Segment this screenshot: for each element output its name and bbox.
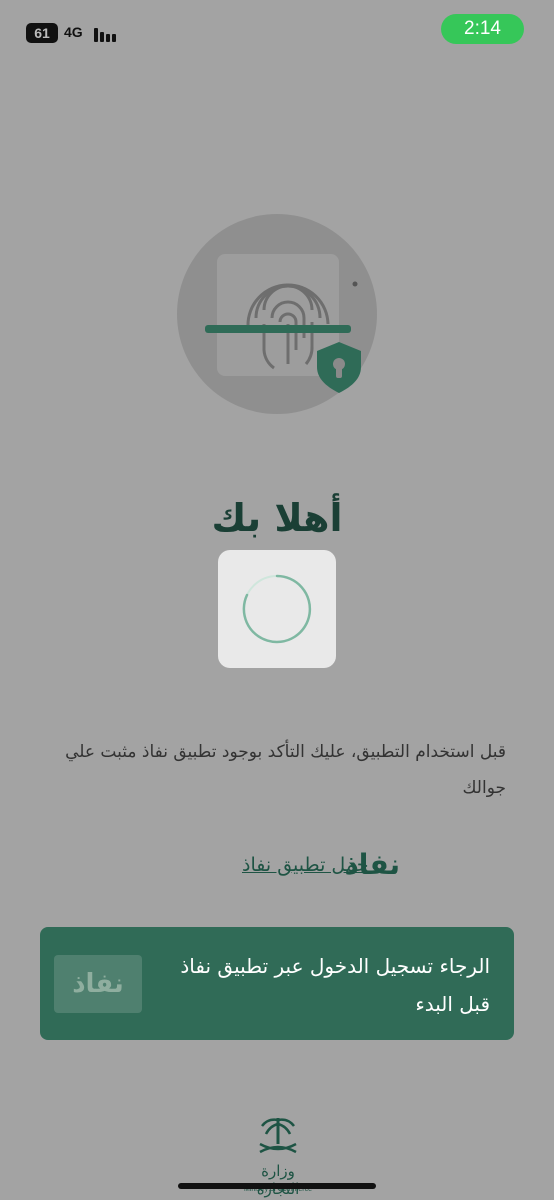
status-clock: 2:14	[441, 14, 524, 44]
nafath-login-button[interactable]: الرجاء تسجيل الدخول عبر تطبيق نفاذ قبل ا…	[40, 927, 514, 1040]
nafath-notice: قبل استخدام التطبيق، عليك التأكد بوجود ت…	[65, 742, 506, 798]
login-button-label: الرجاء تسجيل الدخول عبر تطبيق نفاذ قبل ا…	[180, 954, 490, 1016]
palm-swords-emblem-icon	[259, 1118, 297, 1154]
loading-spinner-icon	[242, 574, 312, 644]
download-nafath-row: نفاذ حمل تطبيق نفاذ	[170, 846, 400, 886]
welcome-title: أهلا بك	[211, 496, 343, 540]
battery-indicator: 61	[26, 23, 58, 43]
download-nafath-link[interactable]: حمل تطبيق نفاذ	[242, 854, 369, 876]
network-type: 4G	[64, 24, 83, 40]
loading-overlay	[218, 550, 336, 668]
home-indicator[interactable]	[178, 1183, 376, 1189]
fingerprint-shield-icon	[205, 281, 361, 393]
signal-icon	[94, 26, 122, 42]
nafath-badge: نفاذ	[54, 955, 142, 1013]
status-bar: 61 4G 2:14	[0, 0, 554, 64]
